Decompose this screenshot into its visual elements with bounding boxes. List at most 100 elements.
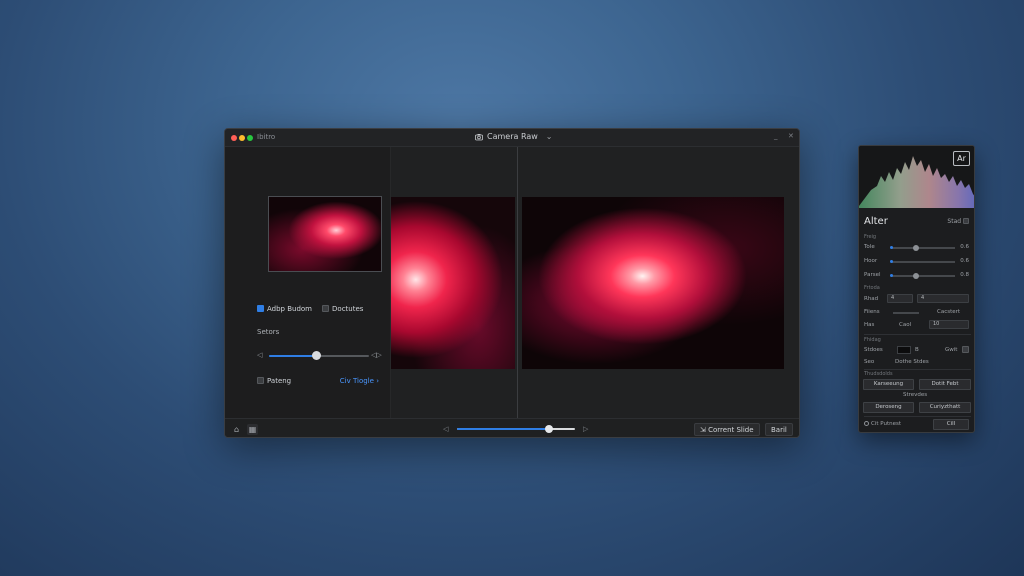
section-heading: Freig: [864, 234, 877, 240]
slider-knob[interactable]: [912, 245, 919, 251]
back-button[interactable]: Baril: [765, 423, 793, 436]
rhad-select-1[interactable]: 4: [887, 294, 913, 303]
strevdes-label: Strevdes: [903, 392, 928, 398]
slider-track: [891, 261, 955, 263]
checkbox-label: Doctutes: [332, 305, 364, 313]
cacstert-label: Cacstert: [937, 309, 961, 315]
window-title: Camera Raw: [487, 132, 538, 141]
chevron-down-icon: ⌄: [545, 132, 553, 141]
section-heading: Thudsdolds: [864, 371, 893, 377]
close-window-button[interactable]: [231, 135, 237, 141]
slider-knob[interactable]: [312, 351, 321, 360]
minimize-icon[interactable]: _: [774, 132, 778, 140]
slider-fill: [269, 355, 316, 357]
panel-title: Alter: [864, 216, 888, 227]
rhad-label: Rhad: [864, 296, 879, 302]
slider-start-dot: [890, 260, 893, 263]
stdoes-label: Stdoes: [864, 347, 883, 353]
section-heading: Fhidag: [864, 337, 881, 343]
checkbox-doctutes[interactable]: Doctutes: [322, 305, 363, 313]
camera-icon: [475, 133, 483, 140]
panel-slider-value: 0.6: [960, 244, 969, 250]
grid-icon[interactable]: ▦: [247, 424, 258, 435]
panel-slider-label: Tole: [864, 244, 875, 250]
window-title-dropdown[interactable]: Camera Raw ⌄: [475, 132, 552, 141]
stdoes-value: B: [915, 347, 919, 353]
checkbox-adbp-budom[interactable]: Adbp Budom: [257, 305, 312, 313]
chevron-right-icon: ›: [376, 377, 379, 385]
panel-slider-label: Hoor: [864, 258, 878, 264]
divider: [864, 369, 971, 370]
after-image[interactable]: [522, 197, 784, 369]
karseeung-button[interactable]: Karseeung: [863, 379, 914, 390]
fiiens-label: Fiiens: [864, 309, 880, 315]
compare-icon: ⇲: [700, 426, 706, 434]
deroseng-button[interactable]: Deroseng: [863, 402, 914, 413]
cit-putnest-option[interactable]: Cit Putnest: [864, 421, 901, 427]
checkbox-row: Adbp Budom Doctutes: [257, 305, 363, 313]
pateng-toggle[interactable]: Pateng: [257, 377, 291, 385]
image-canvas: [391, 147, 799, 418]
camera-raw-window: Ibitro Camera Raw ⌄ _ ✕ Adbp Budom Doctu…: [224, 128, 800, 438]
left-sidebar: Adbp Budom Doctutes Setors ◁ ◁▷ Pateng C…: [225, 147, 391, 418]
panel-slider-value: 0.6: [960, 258, 969, 264]
civ-tiogle-link[interactable]: Civ Tiogle ›: [340, 377, 379, 385]
divider: [864, 416, 971, 417]
panel-slider-label: Parsel: [864, 272, 881, 278]
app-name: Ibitro: [257, 133, 276, 141]
curiyzthatt-button[interactable]: Curiyzthatt: [919, 402, 971, 413]
setting-slider[interactable]: ◁ ◁▷: [257, 351, 383, 360]
compare-slide-button[interactable]: ⇲ Corrent Slide: [694, 423, 760, 436]
bottom-toolbar: ⌂ ▦ ◁ ▷ ⇲ Corrent Slide Baril: [225, 418, 799, 437]
color-swatch[interactable]: [897, 346, 911, 354]
zoom-slider[interactable]: ◁ ▷: [443, 425, 591, 434]
title-bar: Ibitro Camera Raw ⌄ _ ✕: [225, 129, 799, 147]
mode-checkbox-icon: [963, 218, 969, 224]
panel-slider[interactable]: [890, 273, 955, 279]
slider-left-icon: ◁: [443, 425, 449, 433]
gwit-checkbox[interactable]: [962, 346, 969, 353]
minimize-window-button[interactable]: [239, 135, 245, 141]
before-image[interactable]: [391, 197, 515, 369]
gwit-label: Gwit: [945, 347, 958, 353]
panel-slider[interactable]: [890, 245, 955, 251]
compare-divider[interactable]: [517, 147, 518, 418]
fiiens-slider[interactable]: [893, 310, 919, 316]
checkbox-label: Adbp Budom: [267, 305, 313, 313]
slider-start-dot: [890, 274, 893, 277]
cit-putnest-label: Cit Putnest: [871, 421, 902, 427]
close-icon[interactable]: ✕: [788, 132, 794, 140]
ai-badge[interactable]: Ar: [953, 151, 970, 166]
section-heading: Frtoda: [864, 285, 880, 291]
home-icon[interactable]: ⌂: [231, 424, 242, 435]
radio-icon: [864, 421, 869, 426]
slider-track: [893, 312, 919, 314]
sidebar-footer: Pateng Civ Tiogle ›: [257, 377, 379, 385]
slider-track: [891, 275, 955, 277]
cill-button[interactable]: Cill: [933, 419, 969, 430]
panel-mode[interactable]: Stad: [947, 218, 969, 225]
has-select[interactable]: 10: [929, 320, 969, 329]
slider-right-icon: ◁▷: [371, 351, 382, 359]
settings-label: Setors: [257, 328, 280, 336]
checkbox-unchecked-icon: [322, 305, 330, 312]
slider-start-dot: [890, 246, 893, 249]
slider-left-icon: ◁: [257, 351, 263, 359]
pateng-label: Pateng: [267, 377, 292, 385]
caol-label: Caol: [899, 322, 912, 328]
slider-track: [891, 247, 955, 249]
slider-knob[interactable]: [912, 273, 919, 279]
has-label: Has: [864, 322, 875, 328]
zoom-window-button[interactable]: [247, 135, 253, 141]
panel-slider[interactable]: [890, 259, 955, 265]
dotit-febt-button[interactable]: Dotit Febt: [919, 379, 971, 390]
checkbox-checked-icon: [257, 305, 264, 312]
image-thumbnail[interactable]: [268, 196, 382, 272]
slider-knob[interactable]: [545, 425, 554, 433]
rhad-select-2[interactable]: 4: [917, 294, 969, 303]
adjustments-panel: Ar Alter Stad Freig Tole 0.6 Hoor 0.6 Parsel…: [858, 145, 975, 433]
histogram: Ar: [859, 146, 974, 208]
compare-label: Corrent Slide: [708, 426, 754, 434]
seo-label: Seo: [864, 359, 875, 365]
slider-fill: [457, 428, 550, 430]
